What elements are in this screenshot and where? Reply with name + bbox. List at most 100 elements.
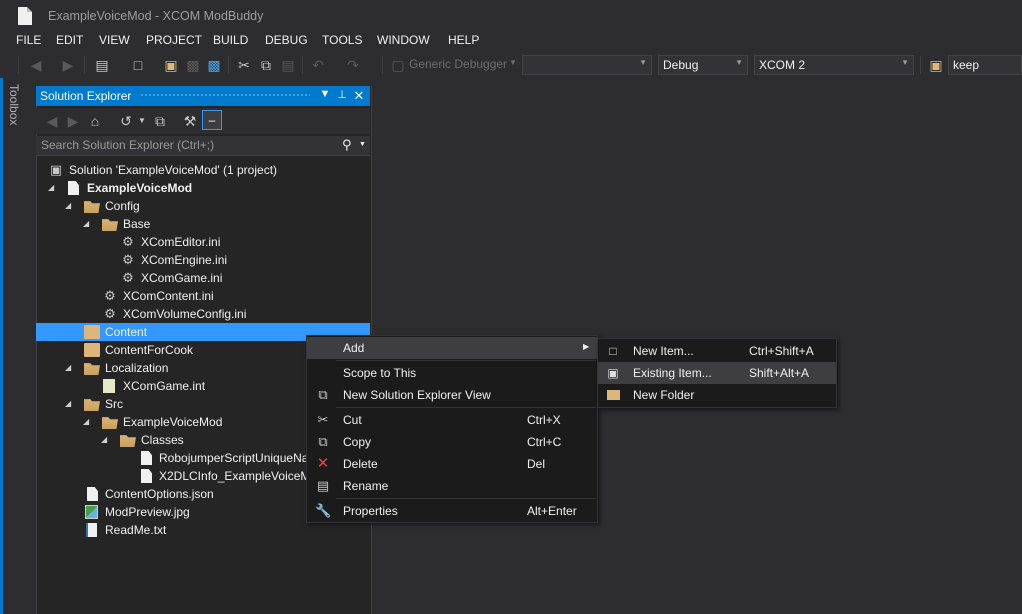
cut-icon[interactable]: ✂ (236, 57, 252, 73)
empty-combo[interactable]: ▼ (522, 55, 652, 75)
find-in-files-icon[interactable]: ▣ (928, 57, 944, 73)
tree-item-label: ContentOptions.json (105, 487, 214, 501)
window-position-icon[interactable]: ▼ (318, 88, 332, 100)
menu-item-delete[interactable]: ✕ Delete Del (307, 453, 597, 475)
configuration-combo[interactable]: Debug ▼ (658, 55, 748, 75)
menu-item-cut[interactable]: ✂ Cut Ctrl+X (307, 409, 597, 431)
history-icon[interactable]: ↺ (118, 113, 134, 129)
new-project-icon[interactable]: ▤ (94, 57, 110, 73)
find-input-value: keep (953, 58, 980, 72)
menu-window[interactable]: WINDOW (375, 33, 432, 47)
start-debug-icon[interactable]: ▢ (390, 57, 406, 73)
tree-item-label: XComEngine.ini (141, 253, 228, 267)
expand-arrow-icon[interactable]: ◢ (83, 417, 89, 426)
tree-item-config[interactable]: ◢ Config (36, 197, 370, 215)
chevron-down-icon: ▼ (901, 58, 909, 67)
menu-item-new-folder[interactable]: New Folder (598, 384, 836, 406)
menu-separator (336, 407, 596, 408)
menu-tools[interactable]: TOOLS (320, 33, 364, 47)
redo-icon[interactable]: ↷ (345, 57, 361, 73)
save-icon[interactable]: ▩ (185, 57, 201, 73)
expand-arrow-icon[interactable]: ◢ (65, 399, 71, 408)
menu-item-label: Add (343, 341, 365, 355)
json-file-icon (87, 487, 98, 501)
tree-item-readme[interactable]: ReadMe.txt (36, 521, 370, 539)
tree-item-xcomvolume[interactable]: ⚙ XComVolumeConfig.ini (36, 305, 370, 323)
tree-item-label: XComEditor.ini (141, 235, 221, 249)
tree-item-label: Config (105, 199, 140, 213)
menu-item-shortcut: Del (527, 457, 546, 471)
expand-arrow-icon[interactable]: ◢ (48, 183, 54, 192)
expand-arrow-icon[interactable]: ◢ (65, 201, 71, 210)
menu-view[interactable]: VIEW (97, 33, 132, 47)
debugger-label[interactable]: Generic Debugger (409, 57, 507, 71)
copy-icon[interactable]: ⧉ (258, 57, 274, 73)
expand-arrow-icon[interactable]: ◢ (65, 363, 71, 372)
expand-arrow-icon[interactable]: ◢ (83, 219, 89, 228)
menu-item-new-view[interactable]: ⧉ New Solution Explorer View (307, 384, 597, 406)
new-folder-icon (605, 387, 621, 403)
tree-item-xcomengine[interactable]: ⚙ XComEngine.ini (36, 251, 370, 269)
menu-debug[interactable]: DEBUG (263, 33, 310, 47)
forward-icon[interactable]: ▶ (65, 113, 81, 129)
menu-edit[interactable]: EDIT (54, 33, 85, 47)
close-icon[interactable]: ✕ (352, 88, 366, 104)
menu-build[interactable]: BUILD (211, 33, 250, 47)
tree-item-label: RobojumperScriptUniqueNa (159, 451, 309, 465)
back-icon[interactable]: ◀ (28, 57, 44, 73)
debugger-dropdown-icon[interactable]: ▼ (509, 58, 517, 67)
menu-project[interactable]: PROJECT (144, 33, 204, 47)
menu-item-shortcut: Alt+Enter (527, 504, 577, 518)
submenu-arrow-icon: ▶ (583, 342, 590, 351)
find-input[interactable]: keep (948, 55, 1022, 75)
toolbox-tab[interactable]: Toolbox (7, 84, 21, 125)
chevron-down-icon[interactable]: ▼ (134, 113, 150, 129)
back-icon[interactable]: ◀ (44, 113, 60, 129)
menu-item-label: Rename (343, 479, 389, 493)
chevron-down-icon[interactable]: ▼ (359, 141, 366, 148)
tree-item-xcomgame-ini[interactable]: ⚙ XComGame.ini (36, 269, 370, 287)
save-all-icon[interactable]: ▩ (206, 57, 222, 73)
tree-item-xcomeditor[interactable]: ⚙ XComEditor.ini (36, 233, 370, 251)
undo-icon[interactable]: ↶ (310, 57, 326, 73)
menu-item-copy[interactable]: ⧉ Copy Ctrl+C (307, 431, 597, 453)
menu-item-add[interactable]: Add ▶ (307, 337, 597, 359)
add-item-icon[interactable]: □ (130, 57, 146, 73)
menu-item-rename[interactable]: ▤ Rename (307, 475, 597, 497)
image-file-icon (85, 505, 98, 519)
properties-wrench-icon[interactable]: ⚒ (182, 113, 198, 129)
search-icon[interactable]: ⚲ (342, 137, 352, 153)
menu-help[interactable]: HELP (446, 33, 481, 47)
tree-item-base[interactable]: ◢ Base (36, 215, 370, 233)
menu-item-shortcut: Ctrl+C (527, 435, 562, 449)
home-icon[interactable]: ⌂ (87, 113, 103, 129)
wrench-icon: 🔧 (315, 503, 332, 518)
window-title: ExampleVoiceMod - XCOM ModBuddy (48, 9, 264, 23)
folder-open-icon (102, 219, 118, 231)
open-folder-icon[interactable]: ▣ (163, 57, 179, 73)
collapse-all-icon[interactable]: ⧉ (152, 113, 168, 129)
tree-item-xcomcontent[interactable]: ⚙ XComContent.ini (36, 287, 370, 305)
tree-item-label: ContentForCook (105, 343, 194, 357)
menu-item-new-item[interactable]: □ New Item... Ctrl+Shift+A (598, 340, 836, 362)
menu-item-scope[interactable]: Scope to This (307, 362, 597, 384)
platform-combo[interactable]: XCOM 2 ▼ (754, 55, 914, 75)
tree-item-label: XComContent.ini (123, 289, 214, 303)
expand-arrow-icon[interactable]: ◢ (101, 435, 107, 444)
tree-item-solution[interactable]: ▣ Solution 'ExampleVoiceMod' (1 project) (36, 161, 370, 179)
menu-item-properties[interactable]: 🔧 Properties Alt+Enter (307, 500, 597, 522)
paste-icon[interactable]: ▤ (280, 57, 296, 73)
preview-toggle-icon[interactable]: – (202, 110, 222, 130)
menu-item-shortcut: Shift+Alt+A (749, 366, 810, 380)
solution-explorer-title: Solution Explorer (40, 89, 132, 103)
tree-item-label: Classes (141, 433, 184, 447)
pin-icon[interactable]: ⊥ (335, 88, 349, 101)
tree-item-label: Localization (105, 361, 169, 375)
menu-file[interactable]: FILE (14, 33, 43, 47)
menu-item-existing-item[interactable]: ▣ Existing Item... Shift+Alt+A (598, 362, 836, 384)
cut-icon: ✂ (317, 412, 329, 427)
forward-icon[interactable]: ▶ (60, 57, 76, 73)
menu-item-label: Cut (343, 413, 362, 427)
script-file-icon (141, 451, 152, 465)
tree-item-project[interactable]: ◢ ExampleVoiceMod (36, 179, 370, 197)
